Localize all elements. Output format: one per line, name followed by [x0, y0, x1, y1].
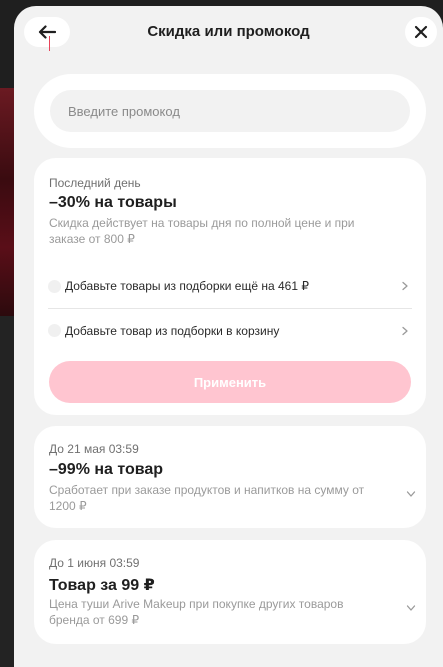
- promo-code-card: [34, 74, 426, 148]
- condition-add-more[interactable]: Добавьте товары из подборки ещё на 461 ₽: [48, 264, 412, 308]
- offer-date: Последний день: [49, 176, 141, 190]
- offer-description: Скидка действует на товары дня по полной…: [49, 216, 355, 246]
- condition-status-icon: [48, 324, 61, 337]
- text-caret: [49, 36, 50, 51]
- chevron-right-icon: [402, 281, 408, 291]
- offer-headline: –99% на товар: [49, 461, 164, 478]
- offer-description: Сработает при заказе продуктов и напитко…: [49, 483, 365, 513]
- sheet-title: Скидка или промокод: [147, 23, 310, 40]
- offer-card-99[interactable]: До 21 мая 03:59 –99% на товар Сработает …: [34, 426, 426, 528]
- promo-code-input[interactable]: [50, 90, 410, 132]
- chevron-down-icon[interactable]: [406, 603, 416, 613]
- chevron-down-icon[interactable]: [406, 489, 416, 499]
- close-icon: [414, 25, 428, 39]
- condition-label: Добавьте товар из подборки в корзину: [65, 323, 280, 338]
- offer-headline: Товар за 99 ₽: [49, 577, 155, 594]
- promo-sheet: Скидка или промокод Последний день –30% …: [14, 6, 443, 667]
- condition-add-to-cart[interactable]: Добавьте товар из подборки в корзину: [48, 308, 412, 352]
- offer-card-30: Последний день –30% на товары Скидка дей…: [34, 158, 426, 415]
- chevron-right-icon: [402, 326, 408, 335]
- condition-label: Добавьте товары из подборки ещё на 461 ₽: [65, 279, 309, 293]
- condition-status-icon: [48, 279, 61, 293]
- offer-card-699[interactable]: До 1 июня 03:59 Товар за 99 ₽ Цена туши …: [34, 540, 426, 644]
- sheet-header: Скидка или промокод: [14, 6, 443, 58]
- apply-button[interactable]: Применить: [49, 361, 411, 403]
- offer-date: До 21 мая 03:59: [49, 442, 139, 456]
- close-button[interactable]: [405, 17, 437, 47]
- offer-headline: –30% на товары: [49, 194, 177, 211]
- offer-date: До 1 июня 03:59: [49, 556, 140, 570]
- offer-description: Цена туши Arive Makeup при покупке други…: [49, 597, 344, 627]
